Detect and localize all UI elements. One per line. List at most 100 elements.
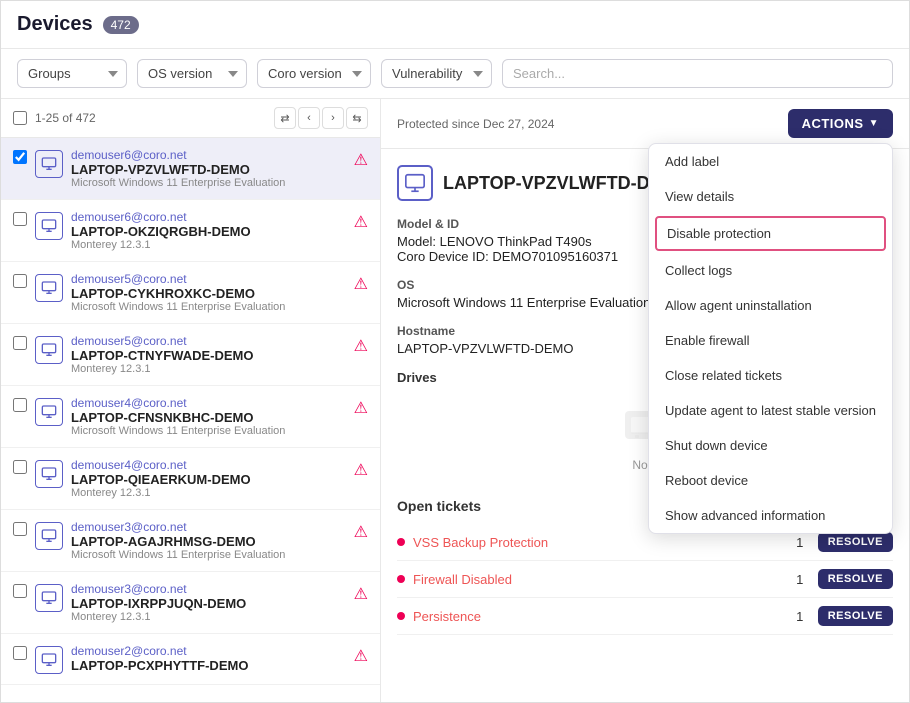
device-item[interactable]: demouser3@coro.net LAPTOP-IXRPPJUQN-DEMO… — [1, 572, 380, 634]
detail-header: Protected since Dec 27, 2024 ACTIONS ▼ — [381, 99, 909, 149]
dropdown-item[interactable]: Close related tickets — [649, 358, 892, 393]
device-checkbox[interactable] — [13, 150, 27, 164]
ticket-dot — [397, 575, 405, 583]
dropdown-item[interactable]: Reboot device — [649, 463, 892, 498]
device-checkbox[interactable] — [13, 646, 27, 660]
device-info: demouser3@coro.net LAPTOP-AGAJRHMSG-DEMO… — [71, 520, 346, 561]
caret-icon: ▼ — [869, 118, 879, 129]
device-item[interactable]: demouser2@coro.net LAPTOP-PCXPHYTTF-DEMO… — [1, 634, 380, 685]
dropdown-item[interactable]: Collect logs — [649, 253, 892, 288]
device-info: demouser4@coro.net LAPTOP-QIEAERKUM-DEMO… — [71, 458, 346, 499]
device-os: Microsoft Windows 11 Enterprise Evaluati… — [71, 301, 346, 313]
alert-icon: ⚠ — [354, 584, 368, 604]
device-checkbox[interactable] — [13, 398, 27, 412]
device-type-icon — [35, 646, 63, 674]
device-list-panel: 1-25 of 472 ⇄ ‹ › ⇆ demouser6@coro.net L… — [1, 99, 381, 702]
dropdown-item[interactable]: Show advanced information — [649, 498, 892, 533]
device-email: demouser6@coro.net — [71, 148, 346, 162]
ticket-list: VSS Backup Protection 1 RESOLVE Firewall… — [397, 524, 893, 635]
device-checkbox[interactable] — [13, 522, 27, 536]
coro-version-filter[interactable]: Coro version — [257, 59, 371, 88]
device-item[interactable]: demouser6@coro.net LAPTOP-OKZIQRGBH-DEMO… — [1, 200, 380, 262]
device-email: demouser5@coro.net — [71, 334, 346, 348]
device-item[interactable]: demouser5@coro.net LAPTOP-CYKHROXKC-DEMO… — [1, 262, 380, 324]
device-item[interactable]: demouser6@coro.net LAPTOP-VPZVLWFTD-DEMO… — [1, 138, 380, 200]
prev-page-btn[interactable]: ‹ — [298, 107, 320, 129]
actions-button[interactable]: ACTIONS ▼ — [788, 109, 893, 138]
dropdown-item[interactable]: Add label — [649, 144, 892, 179]
device-info: demouser5@coro.net LAPTOP-CYKHROXKC-DEMO… — [71, 272, 346, 313]
dropdown-item[interactable]: View details — [649, 179, 892, 214]
resolve-button[interactable]: RESOLVE — [818, 606, 893, 626]
device-info: demouser6@coro.net LAPTOP-VPZVLWFTD-DEMO… — [71, 148, 346, 189]
device-os: Microsoft Windows 11 Enterprise Evaluati… — [71, 177, 346, 189]
header: Devices 472 — [1, 1, 909, 49]
device-name: LAPTOP-VPZVLWFTD-DEMO — [71, 162, 346, 177]
ticket-dot — [397, 612, 405, 620]
actions-label: ACTIONS — [802, 116, 864, 131]
resolve-button[interactable]: RESOLVE — [818, 569, 893, 589]
alert-icon: ⚠ — [354, 212, 368, 232]
device-checkbox[interactable] — [13, 460, 27, 474]
ticket-name: Firewall Disabled — [413, 572, 782, 587]
device-info: demouser4@coro.net LAPTOP-CFNSNKBHC-DEMO… — [71, 396, 346, 437]
dropdown-item[interactable]: Update agent to latest stable version — [649, 393, 892, 428]
ticket-row: Firewall Disabled 1 RESOLVE — [397, 561, 893, 598]
device-checkbox[interactable] — [13, 584, 27, 598]
alert-icon: ⚠ — [354, 398, 368, 418]
device-email: demouser3@coro.net — [71, 520, 346, 534]
device-os: Monterey 12.3.1 — [71, 487, 346, 499]
filter-bar: Groups OS version Coro version Vulnerabi… — [1, 49, 909, 99]
next-page-btn[interactable]: › — [322, 107, 344, 129]
groups-filter[interactable]: Groups — [17, 59, 127, 88]
device-detail-panel: Protected since Dec 27, 2024 ACTIONS ▼ A… — [381, 99, 909, 702]
device-type-icon — [35, 584, 63, 612]
os-version-filter[interactable]: OS version — [137, 59, 247, 88]
device-list: demouser6@coro.net LAPTOP-VPZVLWFTD-DEMO… — [1, 138, 380, 702]
alert-icon: ⚠ — [354, 274, 368, 294]
ticket-count: 1 — [790, 535, 810, 550]
device-name: LAPTOP-IXRPPJUQN-DEMO — [71, 596, 346, 611]
device-type-icon — [35, 274, 63, 302]
alert-icon: ⚠ — [354, 460, 368, 480]
device-checkbox[interactable] — [13, 212, 27, 226]
device-name: LAPTOP-CTNYFWADE-DEMO — [71, 348, 346, 363]
device-item[interactable]: demouser5@coro.net LAPTOP-CTNYFWADE-DEMO… — [1, 324, 380, 386]
dropdown-item[interactable]: Shut down device — [649, 428, 892, 463]
device-type-icon — [35, 460, 63, 488]
dropdown-item[interactable]: Enable firewall — [649, 323, 892, 358]
device-email: demouser4@coro.net — [71, 458, 346, 472]
device-email: demouser4@coro.net — [71, 396, 346, 410]
device-item[interactable]: demouser3@coro.net LAPTOP-AGAJRHMSG-DEMO… — [1, 510, 380, 572]
device-type-icon — [35, 212, 63, 240]
ticket-name: Persistence — [413, 609, 782, 624]
device-type-icon — [35, 398, 63, 426]
search-input[interactable] — [502, 59, 893, 88]
device-type-icon — [35, 336, 63, 364]
vulnerability-filter[interactable]: Vulnerability — [381, 59, 492, 88]
last-page-btn[interactable]: ⇆ — [346, 107, 368, 129]
device-name: LAPTOP-CYKHROXKC-DEMO — [71, 286, 346, 301]
pagination-info: 1-25 of 472 — [35, 111, 266, 125]
alert-icon: ⚠ — [354, 522, 368, 542]
alert-icon: ⚠ — [354, 336, 368, 356]
device-os: Monterey 12.3.1 — [71, 363, 346, 375]
first-page-btn[interactable]: ⇄ — [274, 107, 296, 129]
select-all-checkbox[interactable] — [13, 111, 27, 125]
device-item[interactable]: demouser4@coro.net LAPTOP-CFNSNKBHC-DEMO… — [1, 386, 380, 448]
ticket-count: 1 — [790, 572, 810, 587]
device-checkbox[interactable] — [13, 274, 27, 288]
device-name: LAPTOP-OKZIQRGBH-DEMO — [71, 224, 346, 239]
ticket-count: 1 — [790, 609, 810, 624]
device-checkbox[interactable] — [13, 336, 27, 350]
device-email: demouser6@coro.net — [71, 210, 346, 224]
device-os: Monterey 12.3.1 — [71, 239, 346, 251]
resolve-button[interactable]: RESOLVE — [818, 532, 893, 552]
device-os: Microsoft Windows 11 Enterprise Evaluati… — [71, 549, 346, 561]
device-item[interactable]: demouser4@coro.net LAPTOP-QIEAERKUM-DEMO… — [1, 448, 380, 510]
dropdown-item[interactable]: Allow agent uninstallation — [649, 288, 892, 323]
dropdown-item[interactable]: Disable protection — [655, 216, 886, 251]
device-name: LAPTOP-AGAJRHMSG-DEMO — [71, 534, 346, 549]
pagination-controls: ⇄ ‹ › ⇆ — [274, 107, 368, 129]
app-container: Devices 472 Groups OS version Coro versi… — [0, 0, 910, 703]
